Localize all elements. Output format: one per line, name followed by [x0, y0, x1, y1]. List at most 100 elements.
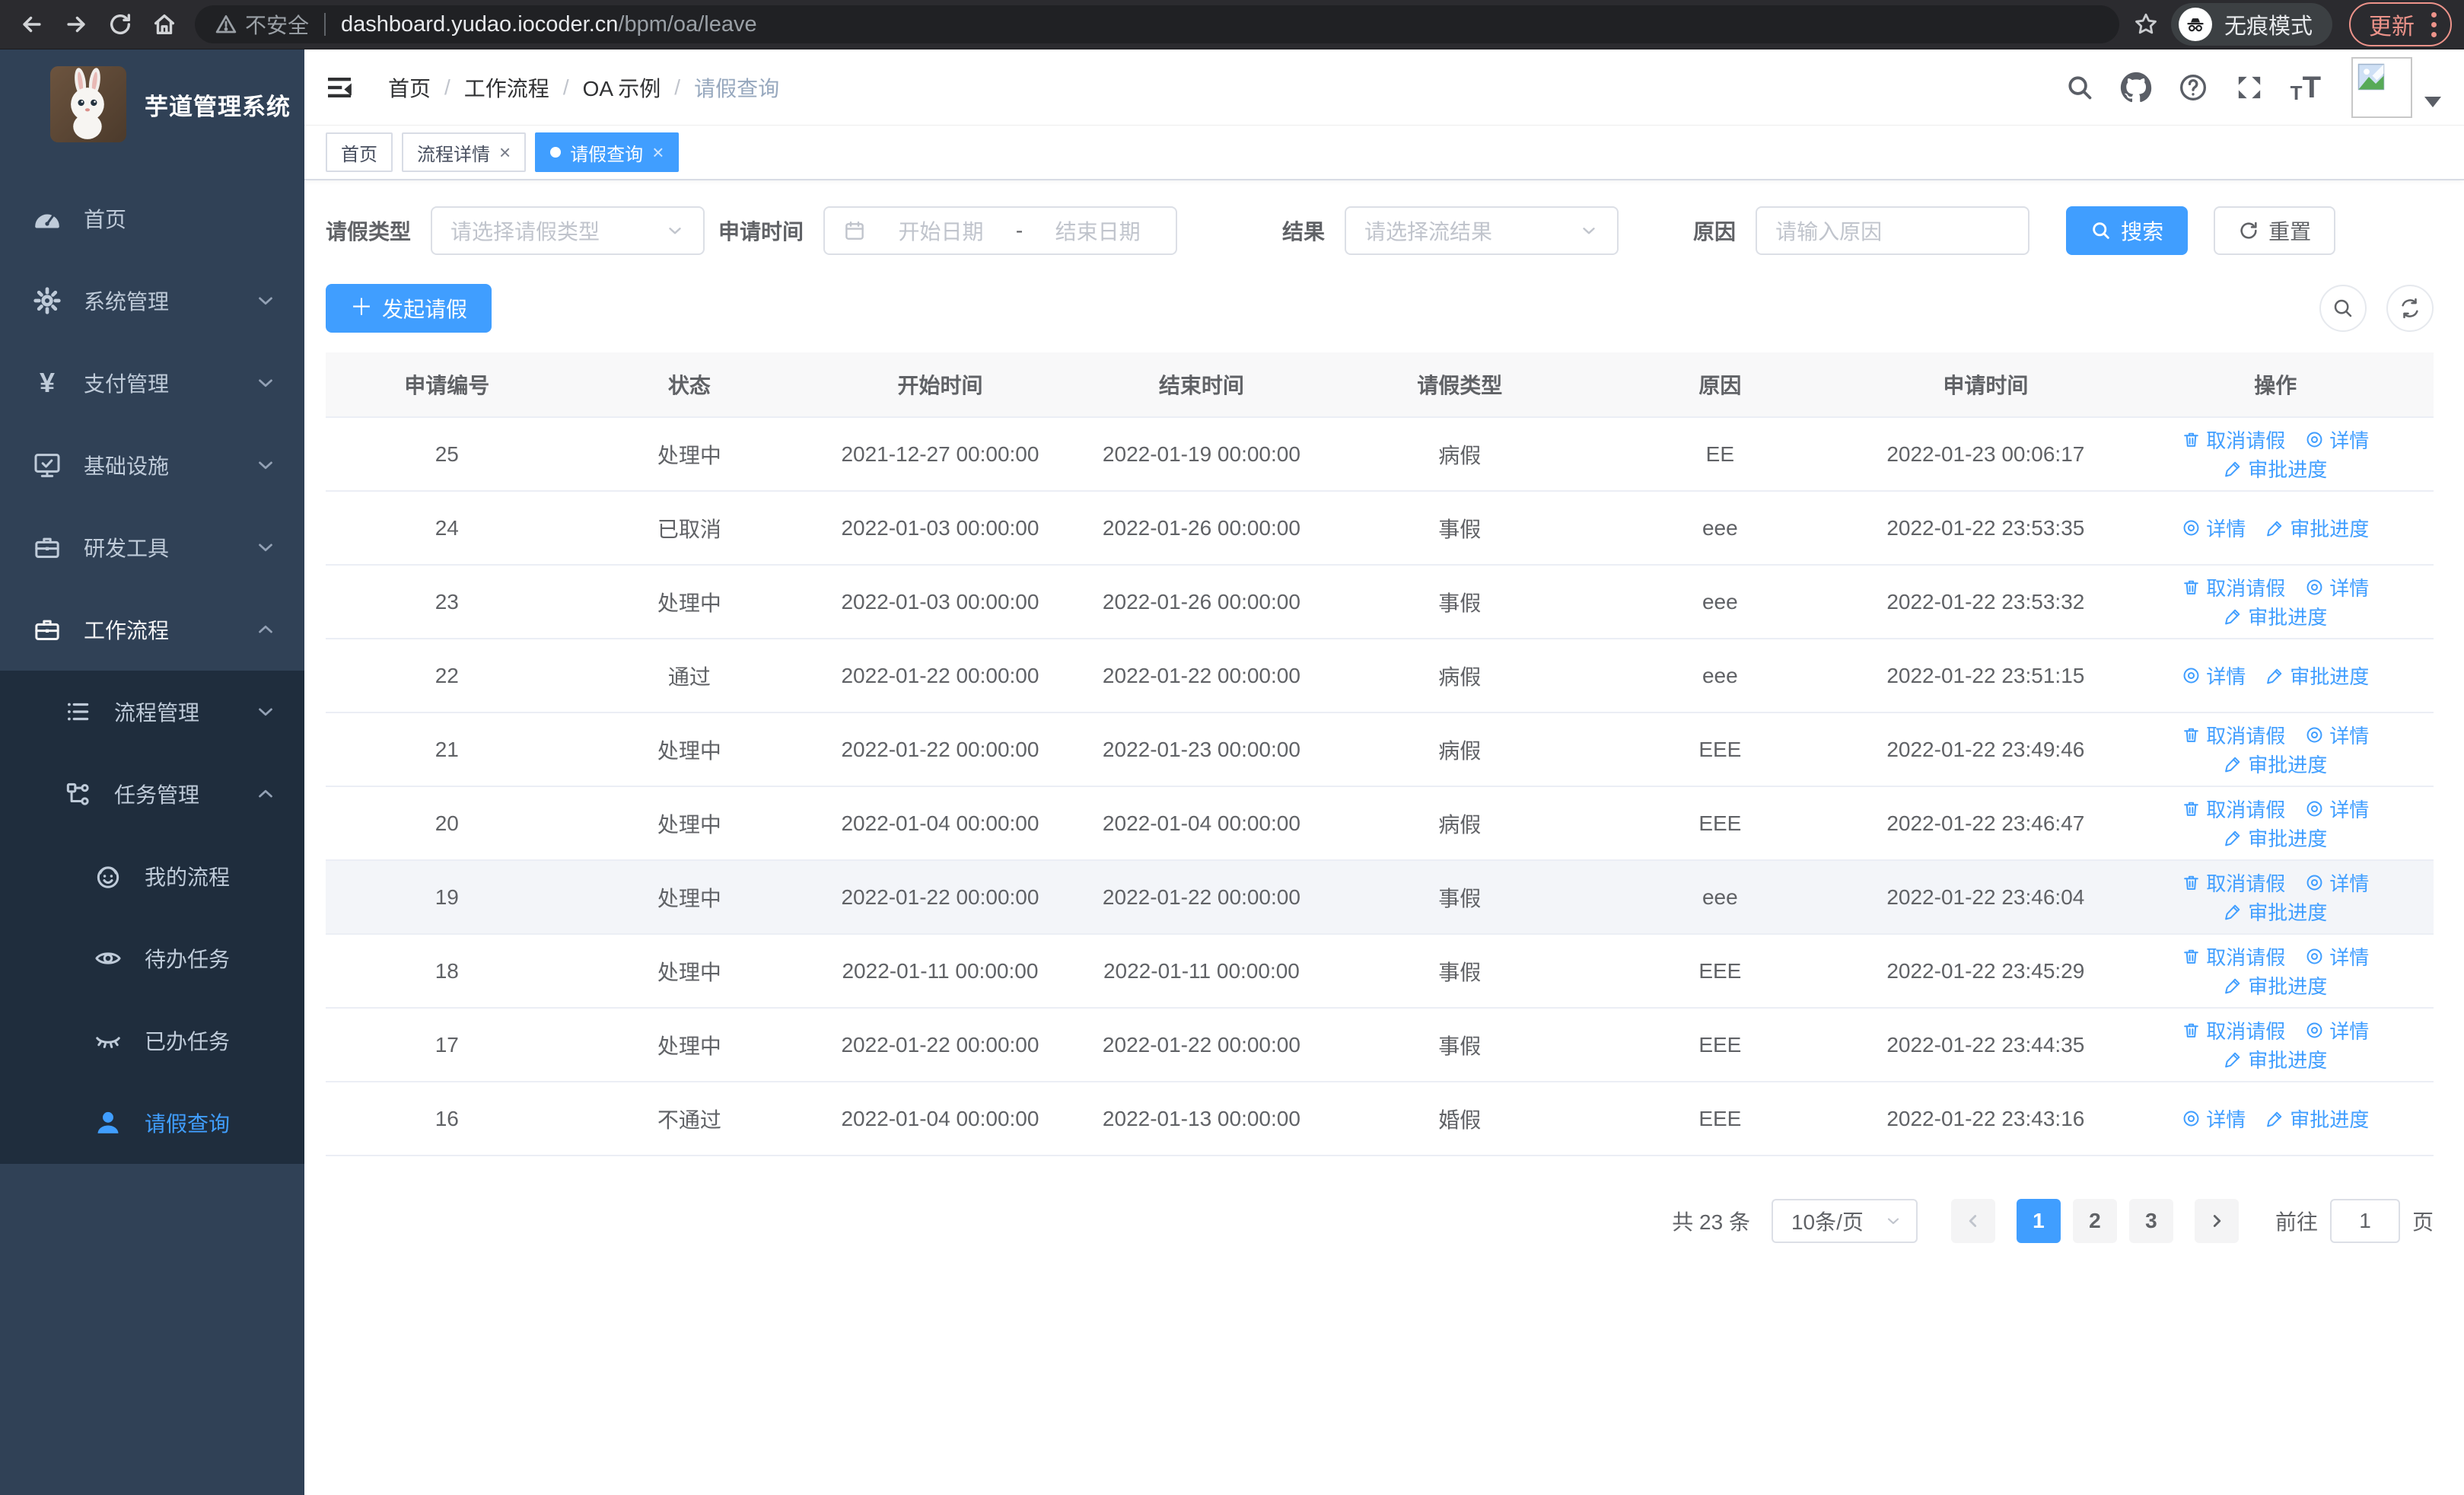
progress-link[interactable]: 审批进度: [2224, 897, 2327, 926]
detail-link[interactable]: 详情: [2305, 795, 2369, 823]
list-icon: [61, 697, 94, 726]
sidebar-item-payment[interactable]: ¥ 支付管理: [0, 342, 304, 424]
tags-bar: 首页 流程详情 × 请假查询 ×: [304, 126, 2464, 180]
reason-input[interactable]: 请输入原因: [1756, 206, 2030, 255]
browser-reload-icon[interactable]: [100, 5, 140, 44]
browser-forward-icon[interactable]: [56, 5, 96, 44]
sidebar-item-process-mgmt[interactable]: 流程管理: [0, 671, 304, 753]
progress-link[interactable]: 审批进度: [2265, 661, 2369, 690]
close-icon[interactable]: ×: [499, 142, 511, 162]
detail-link[interactable]: 详情: [2305, 1016, 2369, 1044]
prev-page-button[interactable]: [1950, 1199, 1995, 1243]
leave-table: 申请编号 状态 开始时间 结束时间 请假类型 原因 申请时间 操作 25 处理中 2…: [326, 352, 2434, 1156]
user-icon: [91, 1108, 125, 1137]
sidebar-item-devtools[interactable]: 研发工具: [0, 506, 304, 588]
result-select[interactable]: 请选择流结果: [1345, 206, 1619, 255]
help-icon[interactable]: [2178, 72, 2208, 103]
bookmark-star-icon[interactable]: [2133, 11, 2159, 37]
sidebar-item-home[interactable]: 首页: [0, 177, 304, 260]
detail-link[interactable]: 详情: [2182, 661, 2246, 690]
header-search-icon[interactable]: [2065, 73, 2094, 102]
cancel-leave-link[interactable]: 取消请假: [2182, 721, 2285, 749]
detail-link[interactable]: 详情: [2305, 573, 2369, 601]
detail-link[interactable]: 详情: [2182, 514, 2246, 542]
font-size-icon[interactable]: TT: [2291, 72, 2321, 103]
breadcrumb-item[interactable]: OA 示例: [583, 72, 661, 103]
cancel-leave-link[interactable]: 取消请假: [2182, 573, 2285, 601]
cancel-leave-link[interactable]: 取消请假: [2182, 942, 2285, 971]
sidebar-item-done-tasks[interactable]: 已办任务: [0, 999, 304, 1082]
tag-home[interactable]: 首页: [326, 132, 393, 172]
cell-operations: 取消请假 详情 审批进度: [2117, 417, 2434, 492]
page-size-select[interactable]: 10条/页: [1771, 1199, 1918, 1243]
sidebar-item-infrastructure[interactable]: 基础设施: [0, 424, 304, 506]
sidebar-item-workflow[interactable]: 工作流程: [0, 588, 304, 671]
detail-link[interactable]: 详情: [2305, 869, 2369, 897]
cell-operations: 取消请假 详情 审批进度: [2117, 934, 2434, 1009]
tag-process-detail[interactable]: 流程详情 ×: [402, 132, 527, 172]
progress-link[interactable]: 审批进度: [2265, 1105, 2369, 1133]
chevron-down-icon: [254, 536, 277, 559]
next-page-button[interactable]: [2194, 1199, 2239, 1243]
search-button[interactable]: 搜索: [2066, 206, 2189, 255]
progress-link[interactable]: 审批进度: [2224, 602, 2327, 630]
reset-button[interactable]: 重置: [2214, 206, 2336, 255]
sidebar-collapse-icon[interactable]: [324, 72, 355, 103]
cell-apply: 2022-01-22 23:46:47: [1854, 786, 2118, 861]
cancel-leave-link[interactable]: 取消请假: [2182, 426, 2285, 454]
page-button-2[interactable]: 2: [2072, 1199, 2117, 1243]
page-button-1[interactable]: 1: [2016, 1199, 2061, 1243]
chevron-down-icon: [665, 221, 685, 241]
progress-link[interactable]: 审批进度: [2224, 454, 2327, 483]
logo[interactable]: 芋道管理系统: [0, 49, 304, 156]
create-leave-button[interactable]: ＋ 发起请假: [326, 284, 492, 333]
progress-link[interactable]: 审批进度: [2265, 514, 2369, 542]
progress-link[interactable]: 审批进度: [2224, 971, 2327, 999]
browser-home-icon[interactable]: [145, 5, 184, 44]
detail-link[interactable]: 详情: [2305, 942, 2369, 971]
delete-icon: [2182, 947, 2201, 966]
edit-icon: [2224, 607, 2243, 626]
detail-link[interactable]: 详情: [2305, 721, 2369, 749]
sidebar-item-my-process[interactable]: 我的流程: [0, 835, 304, 917]
chevron-up-icon: [254, 783, 277, 805]
leave-type-select[interactable]: 请选择请假类型: [431, 206, 705, 255]
progress-link[interactable]: 审批进度: [2224, 750, 2327, 778]
progress-link[interactable]: 审批进度: [2224, 1045, 2327, 1073]
delete-icon: [2182, 725, 2201, 744]
breadcrumb-item[interactable]: 首页: [388, 72, 431, 103]
breadcrumb-item[interactable]: 工作流程: [464, 72, 549, 103]
cancel-leave-link[interactable]: 取消请假: [2182, 795, 2285, 823]
security-warning-icon[interactable]: 不安全: [215, 9, 309, 40]
user-menu[interactable]: [2351, 56, 2441, 118]
fullscreen-icon[interactable]: [2234, 72, 2265, 103]
detail-link[interactable]: 详情: [2182, 1105, 2246, 1133]
browser-update-button[interactable]: 更新: [2349, 2, 2452, 46]
page-button-3[interactable]: 3: [2128, 1199, 2173, 1243]
browser-menu-icon[interactable]: [2431, 11, 2437, 37]
refresh-button[interactable]: [2386, 285, 2434, 332]
apply-time-range-picker[interactable]: 开始日期 - 结束日期: [823, 206, 1178, 255]
toggle-search-button[interactable]: [2319, 285, 2367, 332]
browser-back-icon[interactable]: [12, 5, 52, 44]
table-row: 17 处理中 2022-01-22 00:00:00 2022-01-22 00:00…: [326, 1008, 2434, 1082]
sidebar-item-system[interactable]: 系统管理: [0, 260, 304, 342]
url-host: dashboard.yudao.iocoder.cn: [341, 11, 619, 37]
detail-link[interactable]: 详情: [2305, 426, 2369, 454]
sidebar-item-leave-query[interactable]: 请假查询: [0, 1082, 304, 1164]
dashboard-gauge-icon: [30, 203, 64, 234]
search-button-label: 搜索: [2121, 220, 2164, 244]
sidebar-item-task-mgmt[interactable]: 任务管理: [0, 753, 304, 835]
address-bar[interactable]: 不安全 dashboard.yudao.iocoder.cn/bpm/oa/le…: [195, 5, 2119, 43]
app: 芋道管理系统 首页 系统管理 ¥ 支付管理 基础设施 研发工具 工作流程 流程管…: [0, 49, 2464, 1495]
cancel-leave-link[interactable]: 取消请假: [2182, 1016, 2285, 1044]
cell-operations: 取消请假 详情 审批进度: [2117, 712, 2434, 787]
github-icon[interactable]: [2120, 72, 2152, 104]
tag-leave-query[interactable]: 请假查询 ×: [535, 132, 680, 172]
cancel-leave-link[interactable]: 取消请假: [2182, 869, 2285, 897]
sidebar-item-todo-tasks[interactable]: 待办任务: [0, 917, 304, 999]
close-icon[interactable]: ×: [652, 142, 664, 162]
goto-page-input[interactable]: [2329, 1199, 2400, 1243]
progress-link[interactable]: 审批进度: [2224, 824, 2327, 852]
cell-reason: eee: [1586, 639, 1854, 713]
